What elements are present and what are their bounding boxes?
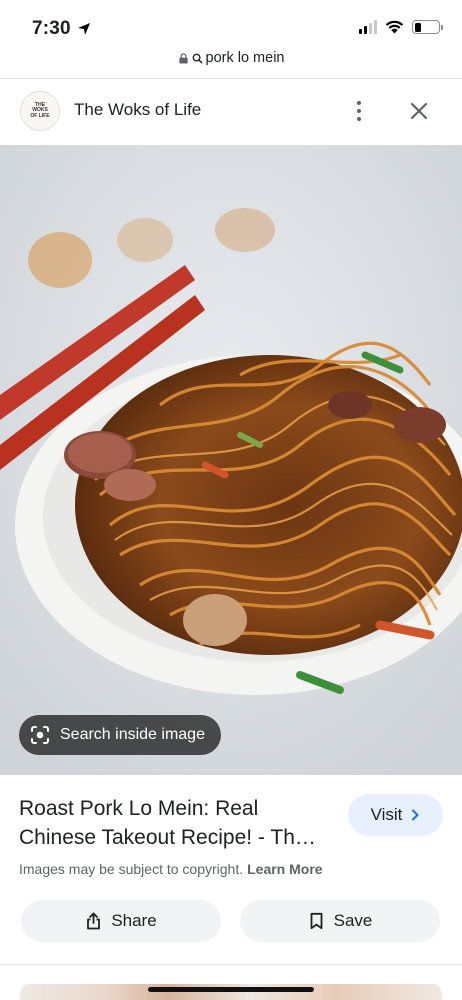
lock-icon bbox=[178, 52, 188, 64]
copyright-notice: Images may be subject to copyright. Learn… bbox=[19, 861, 323, 877]
status-time: 7:30 bbox=[32, 18, 91, 40]
chevron-right-icon bbox=[412, 809, 420, 821]
wifi-icon bbox=[385, 20, 404, 34]
close-icon[interactable] bbox=[408, 100, 430, 122]
share-icon bbox=[87, 912, 101, 930]
search-inside-image-button[interactable]: Search inside image bbox=[19, 715, 221, 755]
share-label: Share bbox=[111, 911, 157, 930]
learn-more-link[interactable]: Learn More bbox=[247, 861, 322, 877]
logo-text: THE WOKS OF LIFE bbox=[30, 101, 50, 119]
lens-camera-icon bbox=[31, 726, 49, 744]
cellular-signal-icon bbox=[359, 20, 377, 34]
visit-label: Visit bbox=[370, 805, 403, 824]
result-title[interactable]: Roast Pork Lo Mein: Real Chinese Takeout… bbox=[19, 794, 339, 852]
status-icons bbox=[359, 20, 443, 34]
bookmark-icon bbox=[310, 912, 323, 930]
url-bar[interactable]: pork lo mein bbox=[0, 50, 462, 66]
search-icon bbox=[192, 53, 203, 64]
site-header: THE WOKS OF LIFE The Woks of Life bbox=[0, 88, 462, 134]
site-name[interactable]: The Woks of Life bbox=[74, 100, 201, 120]
site-logo[interactable]: THE WOKS OF LIFE bbox=[20, 91, 60, 131]
home-indicator[interactable] bbox=[148, 987, 314, 992]
more-vert-icon[interactable] bbox=[348, 98, 370, 124]
save-label: Save bbox=[333, 911, 373, 930]
search-query: pork lo mein bbox=[205, 50, 285, 66]
result-image[interactable]: Search inside image bbox=[0, 145, 462, 775]
divider bbox=[0, 78, 462, 79]
time-text: 7:30 bbox=[32, 18, 71, 39]
visit-button[interactable]: Visit bbox=[348, 794, 443, 836]
search-inside-label: Search inside image bbox=[60, 726, 205, 743]
lo-mein-photo bbox=[0, 145, 462, 775]
copyright-text: Images may be subject to copyright. bbox=[19, 861, 244, 877]
save-button[interactable]: Save bbox=[240, 900, 440, 942]
battery-icon bbox=[412, 20, 443, 34]
status-bar: 7:30 bbox=[0, 0, 462, 44]
divider bbox=[0, 964, 462, 965]
location-arrow-icon bbox=[77, 23, 90, 35]
share-button[interactable]: Share bbox=[21, 900, 221, 942]
